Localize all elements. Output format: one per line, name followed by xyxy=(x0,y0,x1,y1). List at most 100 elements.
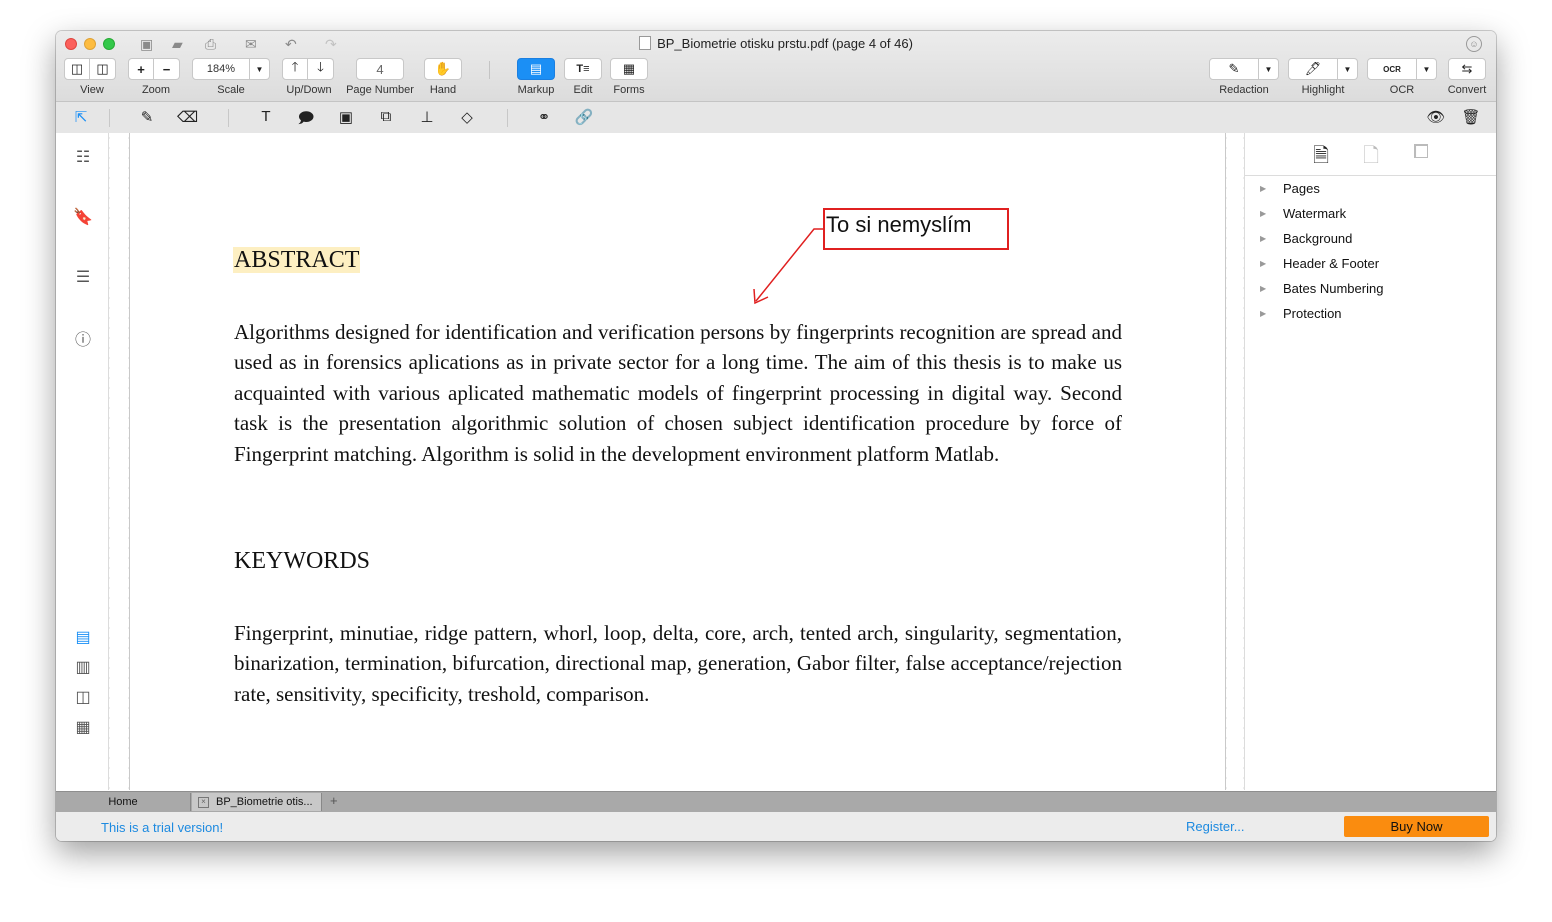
redaction-tool[interactable]: ✎ ▼ xyxy=(1209,58,1279,82)
stamp-icon[interactable]: ⊥ xyxy=(417,108,437,126)
hand-tool[interactable]: ✋ xyxy=(424,58,462,82)
panel-item-pages[interactable]: Pages xyxy=(1283,181,1320,196)
zoom-label: Zoom xyxy=(141,84,171,96)
hand-icon[interactable]: ✋ xyxy=(424,58,462,80)
toolbar: ▣ ▰ ⎙ ✉ ↶ ↷ BP_Biometrie otisku prstu.pd… xyxy=(56,31,1496,102)
convert-label: Convert xyxy=(1447,84,1487,96)
hand-label: Hand xyxy=(429,84,457,96)
expand-triangle-icon[interactable]: ▶ xyxy=(1260,284,1266,293)
redaction-dropdown-icon[interactable]: ▼ xyxy=(1259,58,1279,80)
ocr-dropdown-icon[interactable]: ▼ xyxy=(1417,58,1437,80)
left-sidebar: ☷ 🔖 ☰ ⓘ ▤ ▥ ◫ ▦ xyxy=(56,133,109,790)
crop-tools-tab-icon[interactable]: ⧠ xyxy=(1409,141,1433,164)
note-icon[interactable]: 🗩 xyxy=(296,108,316,133)
view-toggle: ◫ ◫ xyxy=(64,58,116,82)
scale-value[interactable]: 184% xyxy=(192,58,250,80)
page-number-label: Page Number xyxy=(346,84,414,96)
shape-callout-icon[interactable]: ⧉ xyxy=(376,108,396,125)
highlight-tool[interactable]: 🖊 ▼ xyxy=(1288,58,1358,82)
bookmark-icon[interactable]: 🔖 xyxy=(73,207,93,227)
ocr-icon[interactable]: OCR xyxy=(1367,58,1417,80)
document-tab-bar: Home × BP_Biometrie otis... + xyxy=(56,791,1496,812)
panel-item-header-footer[interactable]: Header & Footer xyxy=(1283,256,1379,271)
document-page[interactable]: ABSTRACT Algorithms designed for identif… xyxy=(130,133,1226,790)
buy-now-button[interactable]: Buy Now xyxy=(1344,816,1489,837)
page-gutter-left xyxy=(109,133,130,790)
text-tool-icon[interactable]: T xyxy=(256,108,276,125)
edit-mode[interactable]: T≡ xyxy=(564,58,602,82)
feedback-icon[interactable]: ☺ xyxy=(1466,36,1482,52)
next-page-button[interactable]: 🡓 xyxy=(308,58,334,80)
annotation-toolbar: ⇱ ✎ ⌫ T 🗩 ▣ ⧉ ⊥ ◇ ⚭ 🔗 👁 🗑 xyxy=(56,102,1496,134)
highlight-dropdown-icon[interactable]: ▼ xyxy=(1338,58,1358,80)
zoom-in-button[interactable]: + xyxy=(128,58,154,80)
convert-tool[interactable]: ⇆ xyxy=(1448,58,1486,82)
two-page-layout-icon[interactable]: ◫ xyxy=(73,687,93,707)
markup-mode[interactable]: ▤ xyxy=(517,58,555,82)
outline-icon[interactable]: ☰ xyxy=(73,267,93,287)
register-link[interactable]: Register... xyxy=(1186,819,1245,834)
tab-document-label: BP_Biometrie otis... xyxy=(216,796,313,808)
two-page-view-button[interactable]: ◫ xyxy=(90,58,116,80)
edit-text-icon[interactable]: T≡ xyxy=(564,58,602,80)
panel-item-watermark[interactable]: Watermark xyxy=(1283,206,1346,221)
pdf-file-icon xyxy=(639,36,652,50)
scale-select[interactable]: 184% ▼ xyxy=(192,58,270,82)
forms-mode[interactable]: ▦ xyxy=(610,58,648,82)
pencil-icon[interactable]: ✎ xyxy=(137,108,157,126)
redaction-icon[interactable]: ✎ xyxy=(1209,58,1259,80)
document-tools-tab-icon[interactable]: 🗎 xyxy=(1309,141,1333,175)
highlight-icon[interactable]: 🖊 xyxy=(1288,58,1338,80)
add-tab-button[interactable]: + xyxy=(330,792,338,810)
tab-document[interactable]: × BP_Biometrie otis... xyxy=(192,793,322,811)
close-tab-icon[interactable]: × xyxy=(198,797,209,808)
expand-triangle-icon[interactable]: ▶ xyxy=(1260,259,1266,268)
panel-item-background[interactable]: Background xyxy=(1283,231,1352,246)
callout-arrow[interactable] xyxy=(130,133,1225,790)
trial-notice: This is a trial version! xyxy=(101,820,224,835)
window-title: BP_Biometrie otisku prstu.pdf (page 4 of… xyxy=(56,36,1496,51)
tab-home[interactable]: Home xyxy=(56,793,191,811)
grid-layout-icon[interactable]: ▦ xyxy=(73,717,93,737)
eraser-icon[interactable]: ⌫ xyxy=(177,108,198,126)
single-page-layout-icon[interactable]: ▤ xyxy=(73,627,93,647)
markup-label: Markup xyxy=(517,84,555,96)
page-number-field[interactable]: 4 xyxy=(356,58,404,82)
eye-icon[interactable]: 👁 xyxy=(1426,108,1446,126)
scale-dropdown-icon[interactable]: ▼ xyxy=(250,58,270,80)
expand-triangle-icon[interactable]: ▶ xyxy=(1260,234,1266,243)
callout-annotation[interactable]: To si nemyslím xyxy=(823,208,1009,250)
toolbar-divider xyxy=(489,61,490,79)
expand-triangle-icon[interactable]: ▶ xyxy=(1260,184,1266,193)
info-icon[interactable]: ⓘ xyxy=(73,326,93,350)
right-panel: 🗎 🗋 ⧠ ▶ Pages ▶ Watermark ▶ Background ▶… xyxy=(1245,133,1496,790)
annotation-divider xyxy=(109,109,110,127)
panel-item-bates-numbering[interactable]: Bates Numbering xyxy=(1283,281,1383,296)
annotation-divider xyxy=(228,109,229,127)
zoom-control: + − xyxy=(128,58,180,82)
zoom-out-button[interactable]: − xyxy=(154,58,180,80)
thumbnails-icon[interactable]: ☷ xyxy=(73,147,93,167)
markup-icon[interactable]: ▤ xyxy=(517,58,555,80)
ocr-tool[interactable]: OCR ▼ xyxy=(1367,58,1437,82)
right-panel-tabs: 🗎 🗋 ⧠ xyxy=(1245,133,1496,176)
expand-triangle-icon[interactable]: ▶ xyxy=(1260,209,1266,218)
expand-triangle-icon[interactable]: ▶ xyxy=(1260,309,1266,318)
text-box-icon[interactable]: ▣ xyxy=(336,108,356,126)
panel-item-protection[interactable]: Protection xyxy=(1283,306,1342,321)
redaction-label: Redaction xyxy=(1219,84,1269,96)
forms-icon[interactable]: ▦ xyxy=(610,58,648,80)
page-gutter-right xyxy=(1226,133,1245,790)
continuous-layout-icon[interactable]: ▥ xyxy=(73,657,93,677)
trash-icon[interactable]: 🗑 xyxy=(1461,108,1481,126)
previous-page-button[interactable]: 🡑 xyxy=(282,58,308,80)
convert-icon[interactable]: ⇆ xyxy=(1448,58,1486,80)
link-icon[interactable]: 🔗 xyxy=(574,108,594,126)
single-page-view-button[interactable]: ◫ xyxy=(64,58,90,80)
annotation-divider xyxy=(507,109,508,127)
page-tools-tab-icon[interactable]: 🗋 xyxy=(1359,141,1383,175)
select-cursor-icon[interactable]: ⇱ xyxy=(71,108,91,126)
link-add-icon[interactable]: ⚭ xyxy=(534,108,554,126)
shapes-icon[interactable]: ◇ xyxy=(457,108,477,126)
page-number-input[interactable]: 4 xyxy=(356,58,404,80)
